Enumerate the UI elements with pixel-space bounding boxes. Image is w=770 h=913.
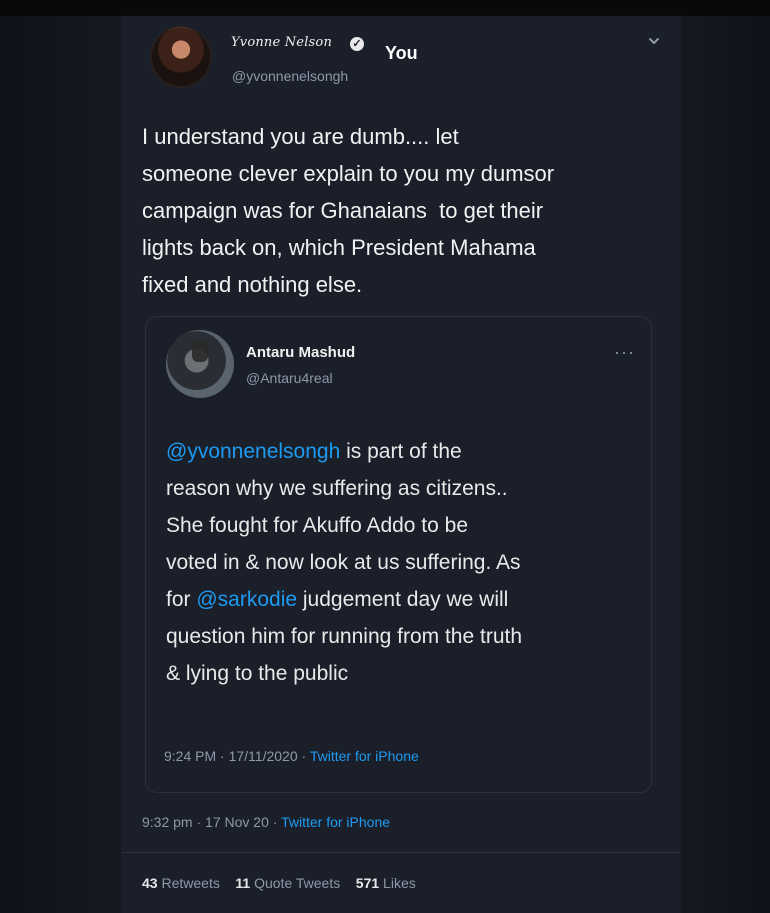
- likes-label[interactable]: Likes: [383, 875, 416, 891]
- tweet-timestamp: 9:32 pm · 17 Nov 20 · Twitter for iPhone: [142, 814, 390, 830]
- chevron-down-icon[interactable]: [648, 35, 660, 47]
- tweet-date: 17 Nov 20: [205, 814, 269, 830]
- left-side-background: [0, 16, 122, 913]
- verified-badge-icon: ✓: [350, 37, 364, 51]
- quoted-timestamp: 9:24 PM · 17/11/2020 · Twitter for iPhon…: [164, 748, 419, 764]
- likes-count[interactable]: 571: [356, 875, 379, 891]
- top-strip: [0, 0, 770, 16]
- separator: ·: [196, 814, 202, 830]
- mention-link[interactable]: @yvonnenelsongh: [166, 440, 340, 463]
- retweets-count[interactable]: 43: [142, 875, 158, 891]
- author-name[interactable]: Yvonne Nelson: [231, 35, 332, 50]
- retweets-label[interactable]: Retweets: [161, 875, 219, 891]
- you-label: You: [385, 43, 418, 63]
- quoted-text-part-1: is part of the reason why we suffering a…: [166, 440, 521, 611]
- quoted-tweet-text: @yvonnenelsongh is part of the reason wh…: [166, 433, 636, 692]
- quoted-client-link[interactable]: Twitter for iPhone: [310, 748, 419, 764]
- quoted-time: 9:24 PM: [164, 748, 217, 764]
- separator: ·: [272, 814, 278, 830]
- quoted-date: 17/11/2020: [228, 748, 298, 764]
- tweet-client-link[interactable]: Twitter for iPhone: [281, 814, 390, 830]
- separator: ·: [301, 748, 307, 764]
- divider: [122, 852, 680, 853]
- author-handle[interactable]: @yvonnenelsongh: [232, 68, 348, 84]
- separator: ·: [220, 748, 225, 764]
- more-options-icon[interactable]: ···: [614, 342, 635, 363]
- tweet-stats: 43 Retweets 11 Quote Tweets 571 Likes: [142, 875, 416, 891]
- quote-tweets-count[interactable]: 11: [235, 875, 250, 891]
- right-side-background: [680, 16, 770, 913]
- quote-tweets-label[interactable]: Quote Tweets: [254, 875, 340, 891]
- quoted-author-avatar[interactable]: [166, 330, 234, 398]
- tweet-text: I understand you are dumb.... let someon…: [142, 124, 555, 297]
- quoted-author-handle[interactable]: @Antaru4real: [246, 370, 333, 386]
- quoted-author-name[interactable]: Antaru Mashud: [246, 344, 355, 361]
- tweet-time: 9:32 pm: [142, 814, 193, 830]
- mention-link[interactable]: @sarkodie: [196, 588, 297, 611]
- author-avatar[interactable]: [150, 26, 212, 88]
